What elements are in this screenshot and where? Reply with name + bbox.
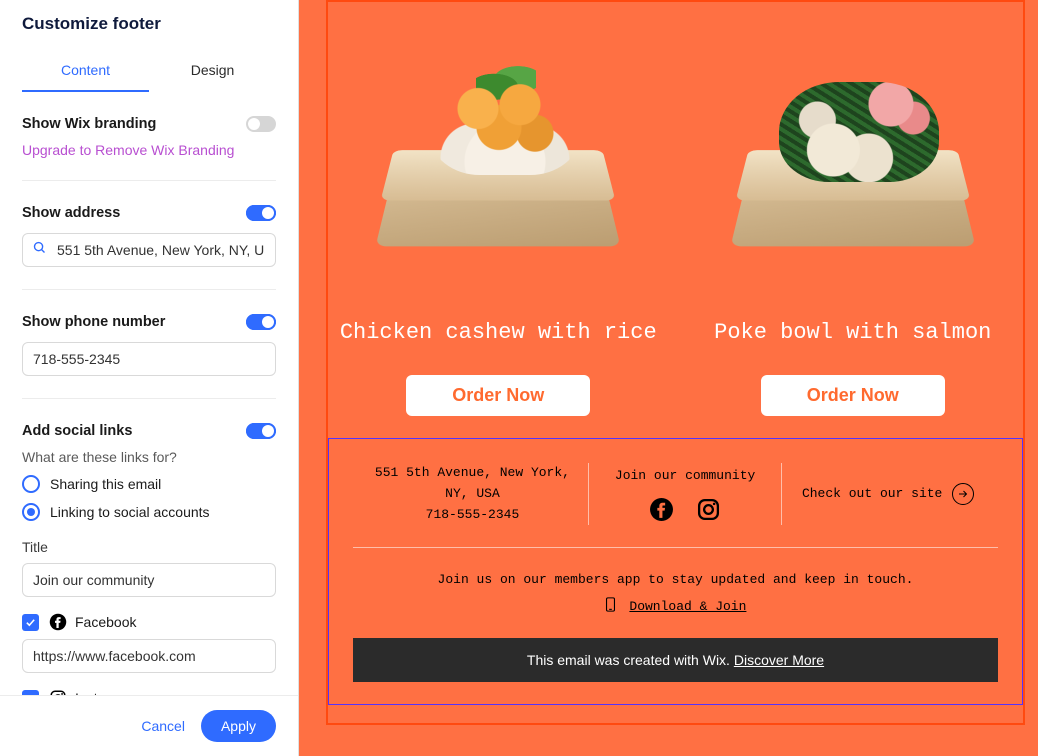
- social-row-facebook: Facebook: [22, 613, 276, 631]
- radio-social-accounts[interactable]: Linking to social accounts: [22, 503, 276, 521]
- social-toggle[interactable]: [246, 423, 276, 439]
- order-now-button[interactable]: Order Now: [406, 375, 590, 416]
- mobile-icon: [605, 597, 616, 616]
- social-title-label: Title: [22, 539, 276, 555]
- social-help: What are these links for?: [22, 449, 276, 465]
- product-card: Poke bowl with salmon Order Now: [681, 30, 1026, 416]
- phone-label: Show phone number: [22, 314, 165, 330]
- panel-tabs: Content Design: [22, 52, 276, 92]
- radio-share-email[interactable]: Sharing this email: [22, 475, 276, 493]
- product-name: Chicken cashew with rice: [340, 320, 657, 345]
- facebook-url-input[interactable]: [22, 639, 276, 673]
- product-image: [713, 30, 993, 290]
- search-icon: [32, 240, 47, 260]
- radio-icon: [22, 475, 40, 493]
- address-input[interactable]: [22, 233, 276, 267]
- footer-community-title: Join our community: [589, 466, 781, 487]
- download-join-link[interactable]: Download & Join: [629, 599, 746, 614]
- wix-text: This email was created with Wix.: [527, 652, 734, 668]
- panel-title: Customize footer: [22, 14, 276, 34]
- footer-address-col: 551 5th Avenue, New York, NY, USA 718-55…: [357, 463, 588, 525]
- footer-phone: 718-555-2345: [357, 505, 588, 526]
- footer-instagram-icon[interactable]: [696, 497, 721, 522]
- footer-download-row: Download & Join: [353, 597, 998, 616]
- footer-facebook-icon[interactable]: [649, 497, 674, 522]
- social-title-input[interactable]: [22, 563, 276, 597]
- panel-footer: Cancel Apply: [0, 695, 298, 756]
- upgrade-link[interactable]: Upgrade to Remove Wix Branding: [22, 142, 276, 158]
- radio-icon: [22, 503, 40, 521]
- footer-section-selected[interactable]: 551 5th Avenue, New York, NY, USA 718-55…: [328, 438, 1023, 705]
- cancel-button[interactable]: Cancel: [141, 718, 185, 734]
- social-label: Add social links: [22, 423, 132, 439]
- footer-social-col: Join our community: [589, 466, 781, 522]
- phone-toggle[interactable]: [246, 314, 276, 330]
- footer-address-line2: NY, USA: [357, 484, 588, 505]
- facebook-icon: [49, 613, 67, 631]
- product-card: Chicken cashew with rice Order Now: [326, 30, 671, 416]
- order-now-button[interactable]: Order Now: [761, 375, 945, 416]
- footer-site-col[interactable]: Check out our site: [782, 483, 994, 505]
- product-name: Poke bowl with salmon: [714, 320, 991, 345]
- phone-input[interactable]: [22, 342, 276, 376]
- tab-content[interactable]: Content: [22, 52, 149, 92]
- branding-label: Show Wix branding: [22, 116, 156, 132]
- arrow-right-icon: [952, 483, 974, 505]
- product-grid: Chicken cashew with rice Order Now Poke …: [326, 0, 1025, 416]
- customize-footer-panel: Customize footer Content Design Show Wix…: [0, 0, 299, 756]
- footer-app-text: Join us on our members app to stay updat…: [353, 572, 998, 587]
- address-label: Show address: [22, 205, 120, 221]
- branding-toggle[interactable]: [246, 116, 276, 132]
- product-image: [358, 30, 638, 290]
- footer-address-line1: 551 5th Avenue, New York,: [357, 463, 588, 484]
- apply-button[interactable]: Apply: [201, 710, 276, 742]
- discover-more-link[interactable]: Discover More: [734, 652, 824, 668]
- wix-branding-bar: This email was created with Wix. Discove…: [353, 638, 998, 682]
- tab-design[interactable]: Design: [149, 52, 276, 92]
- address-toggle[interactable]: [246, 205, 276, 221]
- email-preview: Chicken cashew with rice Order Now Poke …: [299, 0, 1038, 756]
- facebook-label: Facebook: [75, 614, 136, 630]
- facebook-checkbox[interactable]: [22, 614, 39, 631]
- footer-site-label: Check out our site: [802, 484, 942, 505]
